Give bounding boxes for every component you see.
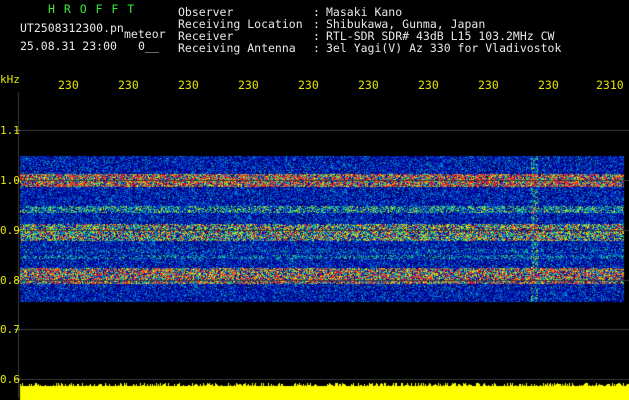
- y-tick-label: 0.6: [0, 373, 20, 386]
- x-tick-label: 230: [118, 78, 139, 92]
- y-tick-label: 1.0: [0, 174, 20, 187]
- label-antenna: Receiving Antenna: [178, 41, 296, 55]
- app-logo: H R O F F T: [48, 2, 136, 16]
- y-tick-label: 0.8: [0, 274, 20, 287]
- x-tick-label: 230: [478, 78, 499, 92]
- colon: :: [313, 41, 320, 55]
- x-tick-label: 230: [418, 78, 439, 92]
- x-tick-label: 2310: [596, 78, 624, 92]
- y-tick-label: 0.9: [0, 224, 20, 237]
- x-tick-label: 230: [538, 78, 559, 92]
- x-tick-label: 230: [298, 78, 319, 92]
- x-tick-label: 230: [238, 78, 259, 92]
- value-antenna: 3el Yagi(V) Az 330 for Vladivostok: [326, 41, 562, 55]
- y-tick-label: 0.7: [0, 323, 20, 336]
- x-tick-label: 230: [58, 78, 79, 92]
- filename: UT2508312300.pn: [20, 21, 124, 35]
- x-tick-label: 230: [178, 78, 199, 92]
- x-tick-label: 230: [358, 78, 379, 92]
- y-tick-label: 1.1: [0, 124, 20, 137]
- y-axis-unit: kHz: [0, 73, 20, 86]
- spectrogram-canvas: [0, 0, 629, 400]
- meteor-count: 0__: [138, 39, 159, 53]
- datetime: 25.08.31 23:00: [20, 39, 117, 53]
